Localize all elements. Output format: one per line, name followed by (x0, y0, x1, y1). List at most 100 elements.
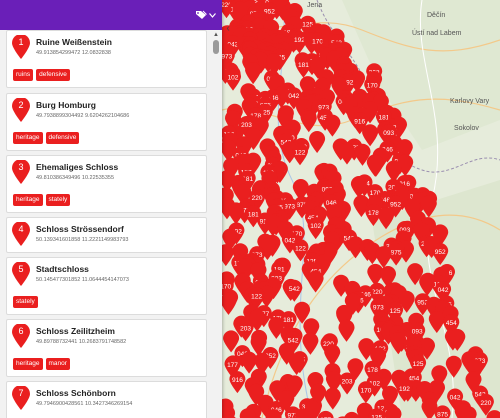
marker-pin-icon: 2 (12, 97, 30, 122)
map-marker-label: 042 (288, 93, 299, 100)
chevron-down-icon (209, 12, 216, 18)
map-label: Karlovy Vary (450, 98, 490, 105)
map-marker-label: 102 (310, 223, 321, 230)
tag-chip[interactable]: defensive (36, 69, 70, 81)
tag-chip[interactable]: ruins (13, 69, 34, 81)
place-coords: 49.810386349496 10.22535355 (36, 175, 114, 181)
map-marker-label: 875 (391, 250, 402, 257)
place-name: Ruine Weißenstein (36, 37, 112, 47)
tag-chip[interactable]: manor (45, 358, 70, 370)
map-marker-label: 181 (283, 317, 294, 324)
place-coords: 49.89788732441 10.2683791748582 (36, 339, 127, 345)
map-marker-label: 102 (228, 75, 239, 82)
map-marker-label: 973 (222, 54, 233, 61)
collapse-panel-button[interactable]: ‹ (223, 22, 233, 36)
place-name: Burg Homburg (36, 100, 96, 110)
map-marker-label: 203 (342, 379, 353, 386)
marker-pin-icon: 5 (12, 261, 30, 286)
map-marker-label: 220 (372, 289, 383, 296)
top-bar (0, 0, 222, 30)
map-marker-label: 542 (289, 286, 300, 293)
map-marker-label: 916 (232, 377, 243, 384)
list-item[interactable]: 4 Schloss Strössendorf 50.139341601858 1… (6, 217, 207, 253)
list-item[interactable]: 1 Ruine Weißenstein 49.913854299472 12.0… (6, 30, 207, 88)
map-marker-label: 203 (240, 325, 251, 332)
place-coords: 50.139341601858 11.2221149983793 (36, 237, 129, 243)
list-scrollbar[interactable]: ▲ (212, 30, 220, 418)
place-name: Ehemaliges Schloss (36, 162, 119, 172)
map-marker-label: 973 (373, 304, 384, 311)
marker-number: 1 (18, 37, 24, 47)
map-label: Ústí nad Labem (412, 30, 462, 37)
map-marker-label: 125 (413, 361, 424, 368)
map-marker-label: 042 (450, 395, 461, 402)
place-name: Stadtschloss (36, 264, 89, 274)
marker-number: 3 (18, 162, 24, 172)
map-marker-label: 181 (248, 211, 259, 218)
place-name: Schloss Schönborn (36, 388, 116, 398)
tag-chip[interactable]: heritage (13, 358, 43, 370)
map-marker-label: 122 (295, 245, 306, 252)
place-coords: 49.7938899304492 9.6204262104686 (36, 113, 130, 119)
map-marker-label: 122 (295, 149, 306, 156)
tag-icon (195, 10, 207, 20)
list-item[interactable]: 3 Ehemaliges Schloss 49.810386349496 10.… (6, 155, 207, 213)
map-label: Sokolov (454, 125, 479, 132)
scroll-up-arrow-icon[interactable]: ▲ (212, 32, 220, 38)
map-marker-label: 875 (437, 411, 448, 418)
map-marker-label: 178 (368, 210, 379, 217)
list-item[interactable]: 2 Burg Homburg 49.7938899304492 9.620426… (6, 93, 207, 151)
map-marker-label: 125 (371, 414, 382, 418)
marker-number: 7 (18, 388, 24, 398)
place-coords: 49.913854299472 12.0832838 (36, 50, 111, 56)
list-item[interactable]: 6 Schloss Zeilitzheim 49.89788732441 10.… (6, 319, 207, 377)
place-list[interactable]: 1 Ruine Weißenstein 49.913854299472 12.0… (0, 30, 222, 418)
map-label: Jena (307, 2, 323, 9)
marker-number: 5 (18, 264, 24, 274)
map-canvas[interactable]: 1705420422203461220469528759731251771781… (222, 0, 500, 418)
map-marker-label: 952 (390, 202, 401, 209)
tag-chip[interactable]: heritage (13, 132, 43, 144)
marker-pin-icon: 4 (12, 221, 30, 246)
map-marker-label: 177 (227, 362, 238, 369)
map-marker-label: 181 (298, 62, 309, 69)
list-item[interactable]: 7 Schloss Schönborn 49.7946900428561 10.… (6, 381, 207, 418)
map-marker-label: 203 (241, 122, 252, 129)
tag-chip[interactable]: stately (45, 194, 71, 206)
marker-pin-icon: 3 (12, 159, 30, 184)
map-marker-label: 952 (435, 249, 446, 256)
map-marker-label: 093 (412, 329, 423, 336)
place-name: Schloss Strössendorf (36, 224, 124, 234)
map-view[interactable]: 1705420422203461220469528759731251771781… (222, 0, 500, 418)
map-marker-label: 973 (284, 204, 295, 211)
map-marker-label: 178 (367, 367, 378, 374)
marker-pin-icon: 1 (12, 34, 30, 59)
marker-number: 4 (18, 224, 24, 234)
list-item[interactable]: 5 Stadtschloss 50.145477301852 11.064445… (6, 257, 207, 315)
marker-number: 6 (18, 326, 24, 336)
map-marker-label: 170 (360, 387, 371, 394)
side-panel: 1 Ruine Weißenstein 49.913854299472 12.0… (0, 0, 222, 418)
map-label: Děčín (427, 12, 446, 19)
place-coords: 50.145477301852 11.0644454147073 (36, 277, 129, 283)
tag-filter-button[interactable] (194, 7, 216, 23)
tag-chip[interactable]: stately (13, 296, 38, 308)
marker-number: 2 (18, 100, 24, 110)
map-marker-label: 220 (252, 195, 263, 202)
map-marker-label: 042 (438, 287, 449, 294)
place-name: Schloss Zeilitzheim (36, 326, 115, 336)
map-marker-label: 122 (251, 293, 262, 300)
map-marker-label: 192 (399, 386, 410, 393)
scroll-thumb[interactable] (213, 40, 219, 54)
place-coords: 49.7946900428561 10.3427346269154 (36, 401, 133, 407)
tag-chip[interactable]: heritage (13, 194, 43, 206)
map-marker-label: 916 (354, 118, 365, 125)
map-marker-label: 454 (446, 320, 457, 327)
map-marker-label: 192 (294, 37, 305, 44)
map-marker-label: 170 (312, 39, 323, 46)
tag-chip[interactable]: defensive (45, 132, 80, 144)
marker-pin-icon: 6 (12, 323, 30, 348)
map-marker-label: 125 (390, 308, 401, 315)
map-marker-label: 220 (480, 400, 491, 407)
marker-pin-icon: 7 (12, 385, 30, 410)
